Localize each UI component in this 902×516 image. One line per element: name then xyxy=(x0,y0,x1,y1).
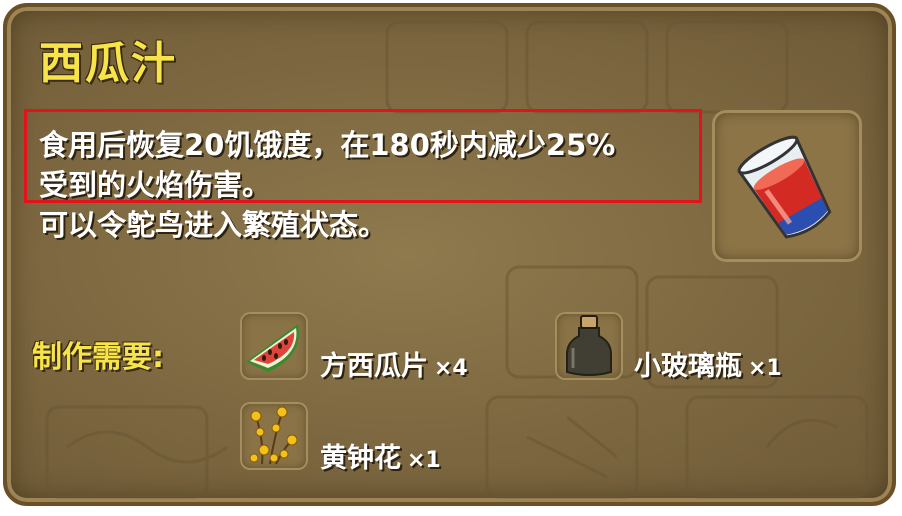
ingredient-slot[interactable] xyxy=(240,312,308,380)
ingredient-name: 黄钟花 xyxy=(320,443,401,474)
ingredient-label: 方西瓜片 ×4 xyxy=(320,344,468,383)
ingredient-label: 黄钟花 ×1 xyxy=(320,436,441,475)
item-preview-frame xyxy=(712,110,862,262)
highlight-box xyxy=(24,109,702,203)
ingredient-slot[interactable] xyxy=(240,402,308,470)
ingredient-label: 小玻璃瓶 ×1 xyxy=(634,344,782,383)
recipe-label: 制作需要: xyxy=(32,340,164,375)
item-title: 西瓜汁 xyxy=(39,38,177,89)
yellow-bellflower-icon xyxy=(249,406,298,465)
watermelon-juice-glass-icon xyxy=(737,135,832,239)
ingredient-count: ×4 xyxy=(434,356,468,381)
description-line: 可以令鸵鸟进入繁殖状态。 xyxy=(39,208,388,242)
ingredient-name: 小玻璃瓶 xyxy=(634,351,742,382)
watermelon-slice-icon xyxy=(246,324,299,372)
ingredient-slot[interactable] xyxy=(555,312,623,380)
ingredient-name: 方西瓜片 xyxy=(320,351,428,382)
glass-bottle-icon xyxy=(566,315,612,376)
ingredient-count: ×1 xyxy=(407,448,441,473)
ingredient-count: ×1 xyxy=(748,356,782,381)
